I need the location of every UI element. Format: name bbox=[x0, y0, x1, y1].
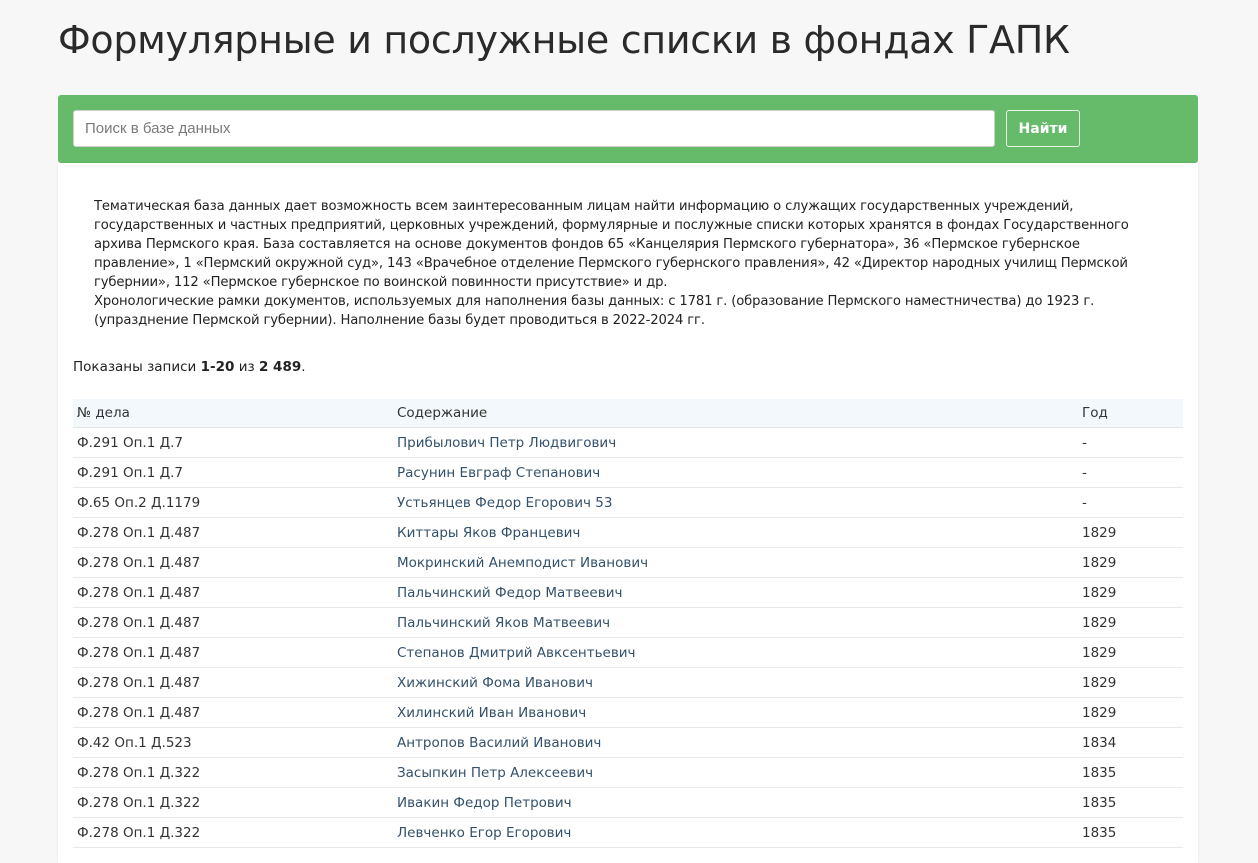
database-description: Тематическая база данных дает возможност… bbox=[94, 197, 1154, 330]
table-row: Ф.278 Оп.1 Д.487 Хижинский Фома Иванович 1… bbox=[73, 667, 1183, 698]
row-content-link[interactable]: Левченко Егор Егорович bbox=[397, 825, 571, 841]
summary-total: 2 489 bbox=[258, 359, 302, 375]
row-content-cell: Хилинский Иван Иванович bbox=[393, 697, 1078, 728]
row-year: 1834 bbox=[1078, 727, 1183, 758]
row-content-cell: Засыпкин Петр Алексеевич bbox=[393, 757, 1078, 788]
row-content-cell: Устьянцев Федор Егорович 53 bbox=[393, 487, 1078, 518]
row-content-link[interactable]: Расунин Евграф Степанович bbox=[397, 465, 600, 481]
row-case-number: Ф.278 Оп.1 Д.322 bbox=[73, 757, 393, 788]
table-row: Ф.278 Оп.1 Д.487 Пальчинский Федор Матвее… bbox=[73, 577, 1183, 608]
row-content-link[interactable]: Прибылович Петр Людвигович bbox=[397, 435, 616, 451]
row-content-link[interactable]: Киттары Яков Францевич bbox=[397, 525, 580, 541]
row-year: - bbox=[1078, 427, 1183, 458]
row-content-link[interactable]: Ивакин Федор Петрович bbox=[397, 795, 572, 811]
row-content-link[interactable]: Хилинский Иван Иванович bbox=[397, 705, 586, 721]
column-header-content: Содержание bbox=[393, 399, 1078, 428]
row-content-cell: Расунин Евграф Степанович bbox=[393, 457, 1078, 488]
row-content-cell: Пальчинский Яков Матвеевич bbox=[393, 607, 1078, 638]
column-header-year: Год bbox=[1078, 399, 1183, 428]
table-row: Ф.65 Оп.2 Д.1179 Устьянцев Федор Егорович… bbox=[73, 487, 1183, 518]
table-row: Ф.291 Оп.1 Д.7 Расунин Евграф Степанович - bbox=[73, 457, 1183, 488]
row-content-link[interactable]: Хижинский Фома Иванович bbox=[397, 675, 593, 691]
row-case-number: Ф.291 Оп.1 Д.7 bbox=[73, 457, 393, 488]
row-content-cell: Антропов Василий Иванович bbox=[393, 727, 1078, 758]
row-year: 1835 bbox=[1078, 787, 1183, 818]
row-case-number: Ф.278 Оп.1 Д.322 bbox=[73, 817, 393, 848]
row-content-link[interactable]: Степанов Дмитрий Авксентьевич bbox=[397, 645, 636, 661]
row-content-link[interactable]: Антропов Василий Иванович bbox=[397, 735, 601, 751]
row-content-cell: Степанов Дмитрий Авксентьевич bbox=[393, 637, 1078, 668]
row-content-link[interactable]: Пальчинский Яков Матвеевич bbox=[397, 615, 610, 631]
summary-range: 1-20 bbox=[200, 359, 235, 375]
row-case-number: Ф.291 Оп.1 Д.7 bbox=[73, 427, 393, 458]
records-table: № дела Содержание Год Ф.291 Оп.1 Д.7 Приб… bbox=[73, 399, 1183, 848]
row-case-number: Ф.278 Оп.1 Д.487 bbox=[73, 637, 393, 668]
row-year: 1835 bbox=[1078, 757, 1183, 788]
description-paragraph-1: Тематическая база данных дает возможност… bbox=[94, 199, 1129, 290]
row-case-number: Ф.42 Оп.1 Д.523 bbox=[73, 727, 393, 758]
row-year: 1829 bbox=[1078, 517, 1183, 548]
row-content-cell: Прибылович Петр Людвигович bbox=[393, 427, 1078, 458]
row-year: 1829 bbox=[1078, 637, 1183, 668]
row-case-number: Ф.65 Оп.2 Д.1179 bbox=[73, 487, 393, 518]
row-year: - bbox=[1078, 457, 1183, 488]
row-content-cell: Левченко Егор Егорович bbox=[393, 817, 1078, 848]
row-year: 1829 bbox=[1078, 697, 1183, 728]
row-year: 1829 bbox=[1078, 577, 1183, 608]
table-row: Ф.278 Оп.1 Д.322 Засыпкин Петр Алексеевич… bbox=[73, 757, 1183, 788]
summary-middle: из bbox=[234, 359, 259, 375]
table-row: Ф.278 Оп.1 Д.487 Степанов Дмитрий Авксент… bbox=[73, 637, 1183, 668]
row-case-number: Ф.278 Оп.1 Д.487 bbox=[73, 517, 393, 548]
table-row: Ф.278 Оп.1 Д.487 Мокринский Анемподист Ив… bbox=[73, 547, 1183, 578]
table-row: Ф.291 Оп.1 Д.7 Прибылович Петр Людвигович… bbox=[73, 427, 1183, 458]
summary-suffix: . bbox=[301, 359, 306, 375]
row-content-link[interactable]: Пальчинский Федор Матвеевич bbox=[397, 585, 622, 601]
table-row: Ф.278 Оп.1 Д.322 Левченко Егор Егорович 18… bbox=[73, 817, 1183, 848]
content-card: Тематическая база данных дает возможност… bbox=[58, 163, 1198, 863]
table-row: Ф.278 Оп.1 Д.322 Ивакин Федор Петрович 183… bbox=[73, 787, 1183, 818]
row-case-number: Ф.278 Оп.1 Д.487 bbox=[73, 577, 393, 608]
row-content-cell: Хижинский Фома Иванович bbox=[393, 667, 1078, 698]
table-row: Ф.42 Оп.1 Д.523 Антропов Василий Иванович… bbox=[73, 727, 1183, 758]
row-year: 1835 bbox=[1078, 817, 1183, 848]
search-input[interactable] bbox=[73, 110, 995, 147]
row-year: 1829 bbox=[1078, 607, 1183, 638]
table-row: Ф.278 Оп.1 Д.487 Пальчинский Яков Матвеев… bbox=[73, 607, 1183, 638]
results-summary: Показаны записи 1-20 из 2 489. bbox=[73, 359, 306, 375]
row-content-cell: Ивакин Федор Петрович bbox=[393, 787, 1078, 818]
row-case-number: Ф.278 Оп.1 Д.487 bbox=[73, 607, 393, 638]
search-button[interactable]: Найти bbox=[1006, 110, 1080, 147]
row-content-cell: Киттары Яков Францевич bbox=[393, 517, 1078, 548]
description-paragraph-2: Хронологические рамки документов, исполь… bbox=[94, 294, 1095, 328]
row-content-link[interactable]: Устьянцев Федор Егорович 53 bbox=[397, 495, 612, 511]
row-content-link[interactable]: Мокринский Анемподист Иванович bbox=[397, 555, 648, 571]
summary-prefix: Показаны записи bbox=[73, 359, 201, 375]
search-bar: Найти bbox=[58, 95, 1198, 163]
page-title: Формулярные и послужные списки в фондах … bbox=[58, 18, 1070, 62]
row-case-number: Ф.278 Оп.1 Д.322 bbox=[73, 787, 393, 818]
row-content-cell: Пальчинский Федор Матвеевич bbox=[393, 577, 1078, 608]
row-year: - bbox=[1078, 487, 1183, 518]
row-year: 1829 bbox=[1078, 667, 1183, 698]
table-row: Ф.278 Оп.1 Д.487 Хилинский Иван Иванович 1… bbox=[73, 697, 1183, 728]
table-row: Ф.278 Оп.1 Д.487 Киттары Яков Францевич 18… bbox=[73, 517, 1183, 548]
row-case-number: Ф.278 Оп.1 Д.487 bbox=[73, 547, 393, 578]
table-header-row: № дела Содержание Год bbox=[73, 399, 1183, 428]
row-year: 1829 bbox=[1078, 547, 1183, 578]
column-header-case: № дела bbox=[73, 399, 393, 428]
row-case-number: Ф.278 Оп.1 Д.487 bbox=[73, 697, 393, 728]
row-case-number: Ф.278 Оп.1 Д.487 bbox=[73, 667, 393, 698]
row-content-cell: Мокринский Анемподист Иванович bbox=[393, 547, 1078, 578]
row-content-link[interactable]: Засыпкин Петр Алексеевич bbox=[397, 765, 593, 781]
